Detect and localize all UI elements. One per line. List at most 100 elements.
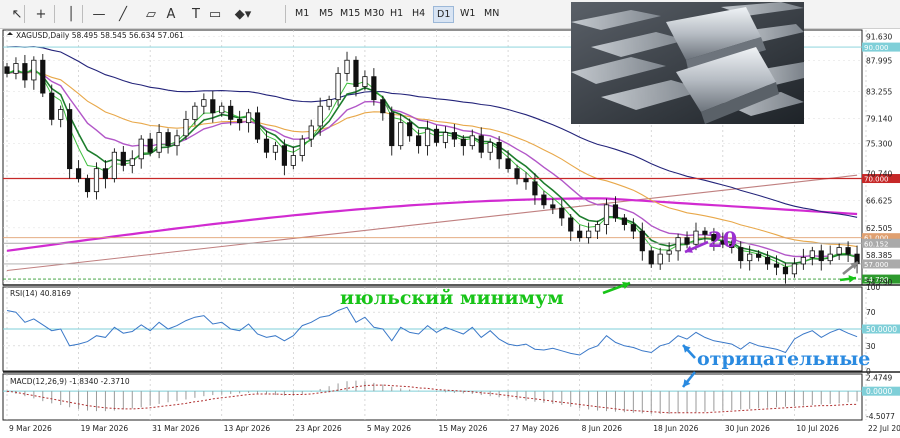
timeframe-h4[interactable]: H4 [409,6,428,21]
candle-body [612,204,619,219]
timeframe-h1[interactable]: H1 [387,6,406,21]
price-tick-label: 83.255 [866,87,892,96]
price-tick-label: 66.625 [866,197,892,206]
candle-body [577,230,583,239]
rsi-tick-label: 100 [866,283,881,292]
candle-body [764,256,771,265]
candle-body [594,224,601,232]
candle-body [49,92,55,120]
timeframe-d1[interactable]: D1 [433,6,455,23]
candle-body [684,237,690,245]
candle-body [532,181,538,196]
macd-title: MACD(12,26,9) -1.8340 -2.3710 [10,377,130,386]
candle-body [702,230,708,235]
candle-body [407,122,413,137]
candle-body [102,168,109,179]
date-tick-label: 18 Jun 2026 [653,424,698,433]
candle-body [272,145,279,153]
candle-body [281,145,287,166]
candle-body [84,178,91,193]
candle-body [451,132,457,140]
timeframe-mn[interactable]: MN [481,6,502,21]
date-tick-label: 15 May 2026 [439,424,488,433]
candle-body [416,135,422,147]
candle-body [31,59,37,81]
date-tick-label: 10 Jul 2026 [796,424,839,433]
candle-body [219,105,225,114]
date-tick-label: 30 Jun 2026 [725,424,770,433]
rsi-title: RSI(14) 40.8169 [10,289,71,298]
timeframe-m30[interactable]: M30 [361,6,387,21]
candle-body [630,224,636,232]
silver-bars-image [571,2,804,124]
candle-body [210,99,216,114]
date-tick-label: 27 May 2026 [510,424,559,433]
candle-body [541,194,547,206]
date-tick-label: 8 Jun 2026 [582,424,623,433]
candle-body [192,105,198,120]
level-label: 57.000 [864,261,889,269]
rectangle-icon[interactable]: ▭ [204,4,226,24]
price-tick-label: 70.740 [866,170,892,179]
date-tick-label: 5 May 2026 [367,424,411,433]
candle-body [586,230,592,239]
arrows-icon[interactable]: ◆▾ [232,4,254,24]
macd-tick-label: 0.0000 [866,387,892,396]
candle-body [845,247,851,255]
vertical-line-icon[interactable]: │ [60,4,82,24]
candle-body [362,76,368,87]
timeframe-m5[interactable]: M5 [316,6,336,21]
timeframe-w1[interactable]: W1 [457,6,478,21]
level-label: 60.152 [864,240,889,248]
candle-body [263,138,270,153]
candle-body [245,112,252,124]
macd-tick-label: 2.4749 [866,373,892,382]
candle-body [4,66,10,74]
candle-body [308,125,314,140]
candle-body [228,105,234,120]
date-tick-label: 31 Mar 2026 [152,424,200,433]
rsi-tick-label: 50.0000 [866,325,897,334]
trendline-icon[interactable]: ╱ [112,4,134,24]
candle-body [335,72,341,101]
candle-body [773,263,780,268]
candle-body [299,138,305,156]
candle-body [317,105,323,127]
date-tick-label: 9 Mar 2026 [9,424,52,433]
crosshair-icon[interactable]: + [30,4,52,24]
candle-body [487,141,493,153]
candle-body [183,118,189,137]
annotation-july-low: июльский минимум [340,287,564,309]
candle-body [344,59,350,74]
candle-body [782,266,789,275]
timeframe-m1[interactable]: M1 [292,6,312,21]
candle-body [603,204,610,225]
horizontal-line-icon[interactable]: — [88,4,110,24]
candle-body [138,138,144,160]
candle-body [827,253,833,262]
candle-body [747,253,753,262]
candle-body [657,253,663,265]
candle-body [496,141,502,160]
candle-body [165,132,171,147]
channel-icon[interactable]: ▱ [140,4,162,24]
timeframe-m15[interactable]: M15 [337,6,363,21]
candle-body [237,118,243,124]
candle-body [75,168,82,179]
candle-body [156,132,162,153]
candle-body [40,59,46,94]
candle-body [254,112,261,140]
candle-body [800,256,806,265]
candle-body [836,247,842,255]
chart-title: XAGUSD,Daily 58.495 58.545 56.634 57.061 [16,31,184,40]
candle-body [380,99,386,114]
candle-body [174,135,180,147]
candle-body [13,63,19,74]
text-icon[interactable]: A [160,4,182,24]
candle-body [791,263,798,275]
price-tick-label: 79.140 [866,114,892,123]
rsi-tick-label: 70 [866,308,876,317]
candle-body [675,237,681,252]
date-tick-label: 23 Apr 2026 [295,424,342,433]
candle-body [460,138,466,147]
